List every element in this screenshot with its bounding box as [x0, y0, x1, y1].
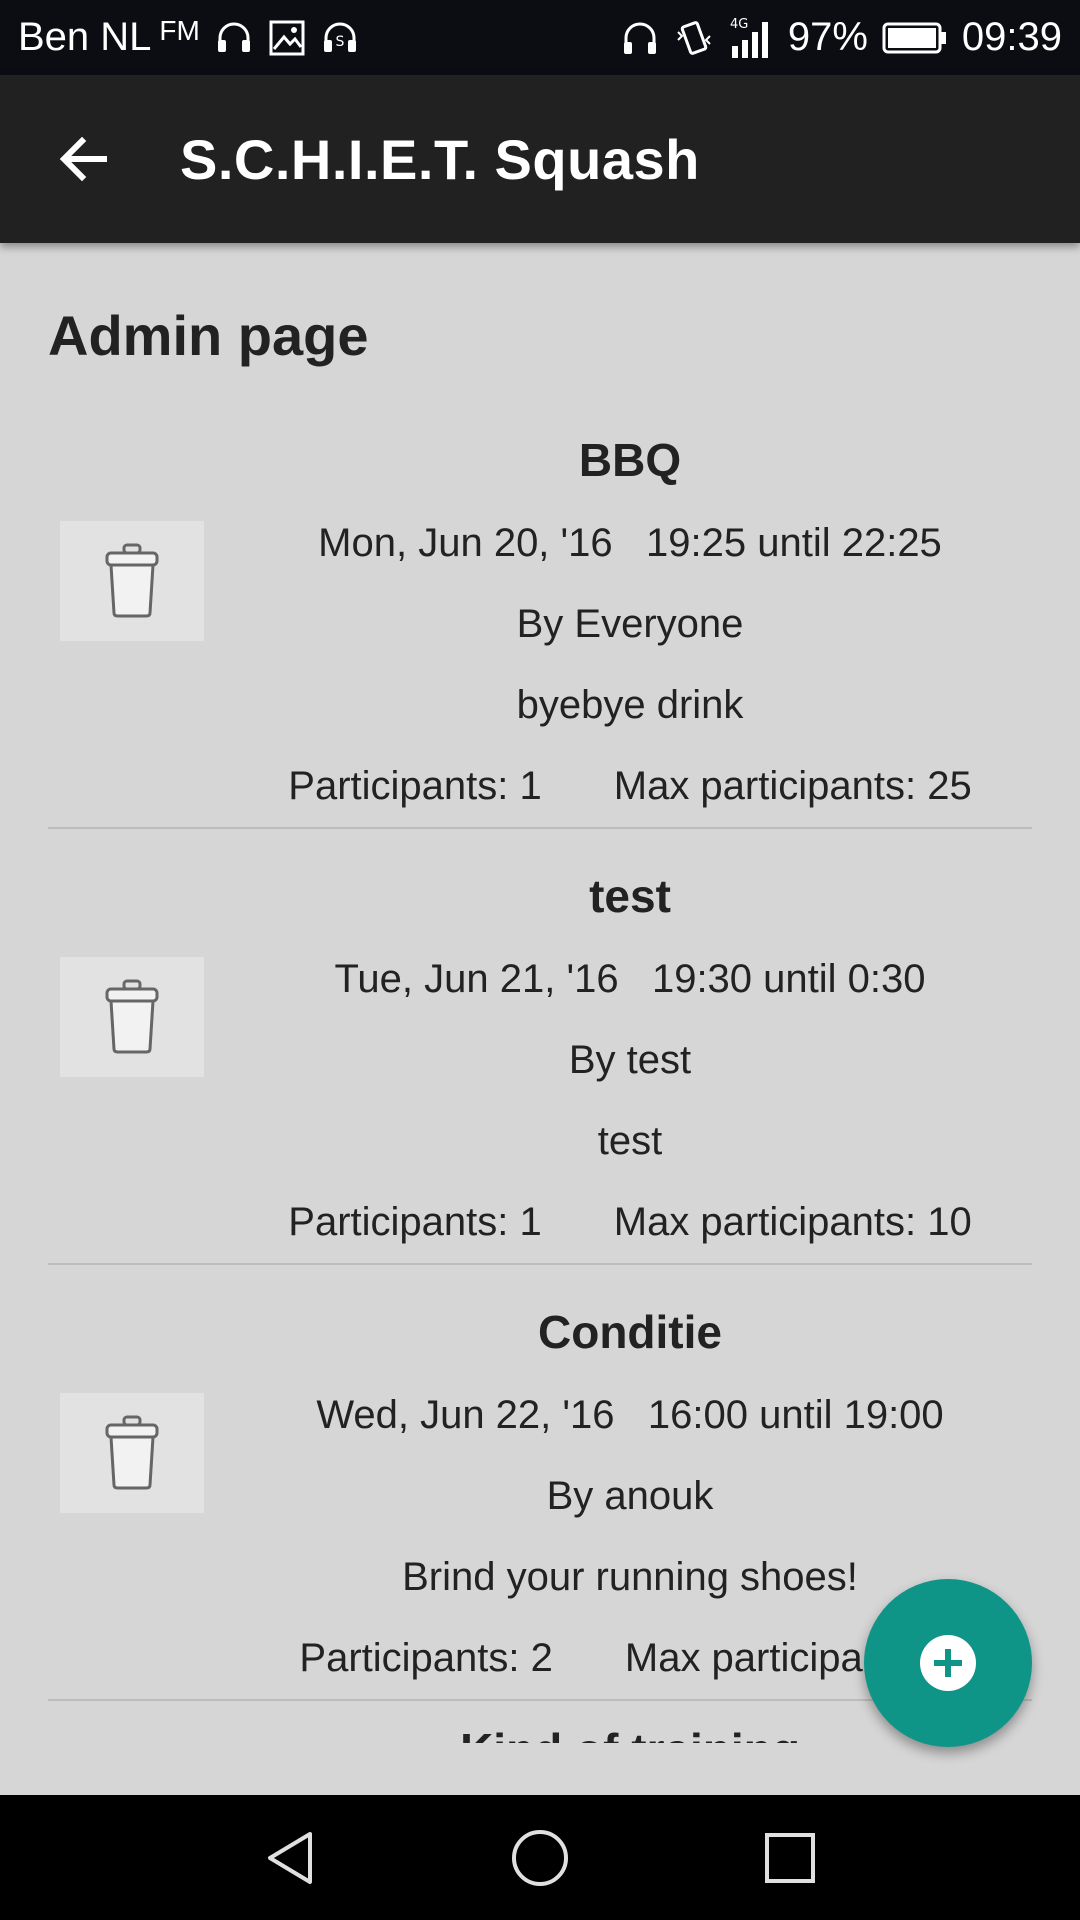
trash-icon: [105, 543, 159, 618]
battery-icon: [882, 21, 948, 55]
back-button[interactable]: [34, 109, 134, 209]
participants-row: Participants: 1 Max participants: 25: [240, 764, 1020, 809]
battery-percent: 97%: [787, 15, 868, 59]
participants-count: Participants: 2: [299, 1636, 553, 1680]
status-left: Ben NL FM S: [18, 15, 360, 60]
event-title: test: [589, 870, 671, 922]
participants-count: Participants: 1: [288, 1200, 542, 1244]
event-description: byebye drink: [516, 683, 744, 727]
clock: 09:39: [961, 15, 1062, 59]
nav-home-icon: [512, 1829, 568, 1886]
nav-back-icon: [268, 1831, 312, 1884]
navigation-bar: [0, 1795, 1080, 1920]
event-item[interactable]: BBQ Mon, Jun 20, '16 19:25 until 22:25 B…: [48, 393, 1032, 829]
page-title: Admin page: [48, 304, 369, 367]
event-item[interactable]: test Tue, Jun 21, '16 19:30 until 0:30 B…: [48, 829, 1032, 1265]
trash-icon: [105, 1415, 159, 1490]
delete-event-button[interactable]: [60, 957, 204, 1077]
event-organizer: By Everyone: [516, 602, 744, 646]
event-title: Conditie: [538, 1306, 722, 1358]
carrier-name: Ben NL: [18, 15, 152, 59]
event-organizer: By test: [568, 1038, 692, 1082]
s-headset-icon: S: [320, 18, 360, 58]
add-event-button[interactable]: [864, 1579, 1032, 1747]
app-bar: S.C.H.I.E.T. Squash: [0, 75, 1080, 243]
delete-event-button[interactable]: [60, 1393, 204, 1513]
image-icon: [268, 19, 306, 57]
fm-label: FM: [159, 14, 200, 46]
event-list[interactable]: Admin page BBQ Mon, Jun 20, '16 19:25 un…: [0, 243, 1080, 1743]
event-organizer: By anouk: [546, 1474, 714, 1518]
trash-icon: [105, 979, 159, 1054]
event-date-time: Mon, Jun 20, '16 19:25 until 22:25: [318, 521, 942, 565]
signal-icon: 4G: [728, 16, 774, 60]
headset-icon: [214, 18, 254, 58]
max-participants: Max participants: 10: [613, 1200, 972, 1244]
add-circle-icon: [920, 1635, 976, 1691]
screen: Ben NL FM S 4G 97% 09:39 S.C.H.I.E.T. Sq…: [0, 0, 1080, 1920]
status-right: 4G 97% 09:39: [620, 15, 1062, 60]
event-date-time: Wed, Jun 22, '16 16:00 until 19:00: [316, 1393, 944, 1437]
arrow-back-icon: [59, 136, 107, 182]
participants-count: Participants: 1: [288, 764, 542, 808]
nav-recents-button[interactable]: [740, 1808, 840, 1908]
nav-recents-icon: [765, 1832, 815, 1883]
delete-event-button[interactable]: [60, 521, 204, 641]
participants-row: Participants: 1 Max participants: 10: [240, 1200, 1020, 1245]
nav-back-button[interactable]: [240, 1808, 340, 1908]
content-bottom-edge: [0, 1743, 1080, 1795]
nav-home-button[interactable]: [490, 1808, 590, 1908]
network-type: 4G: [730, 17, 748, 32]
headphones-icon: [620, 18, 660, 58]
max-participants: Max participants: 25: [613, 764, 972, 808]
event-title: BBQ: [578, 434, 682, 486]
event-description: test: [597, 1119, 663, 1163]
vibrate-icon: [674, 18, 714, 58]
app-title: S.C.H.I.E.T. Squash: [180, 127, 700, 191]
svg-text:S: S: [335, 34, 344, 50]
status-bar: Ben NL FM S 4G 97% 09:39: [0, 0, 1080, 75]
event-date-time: Tue, Jun 21, '16 19:30 until 0:30: [334, 957, 926, 1001]
